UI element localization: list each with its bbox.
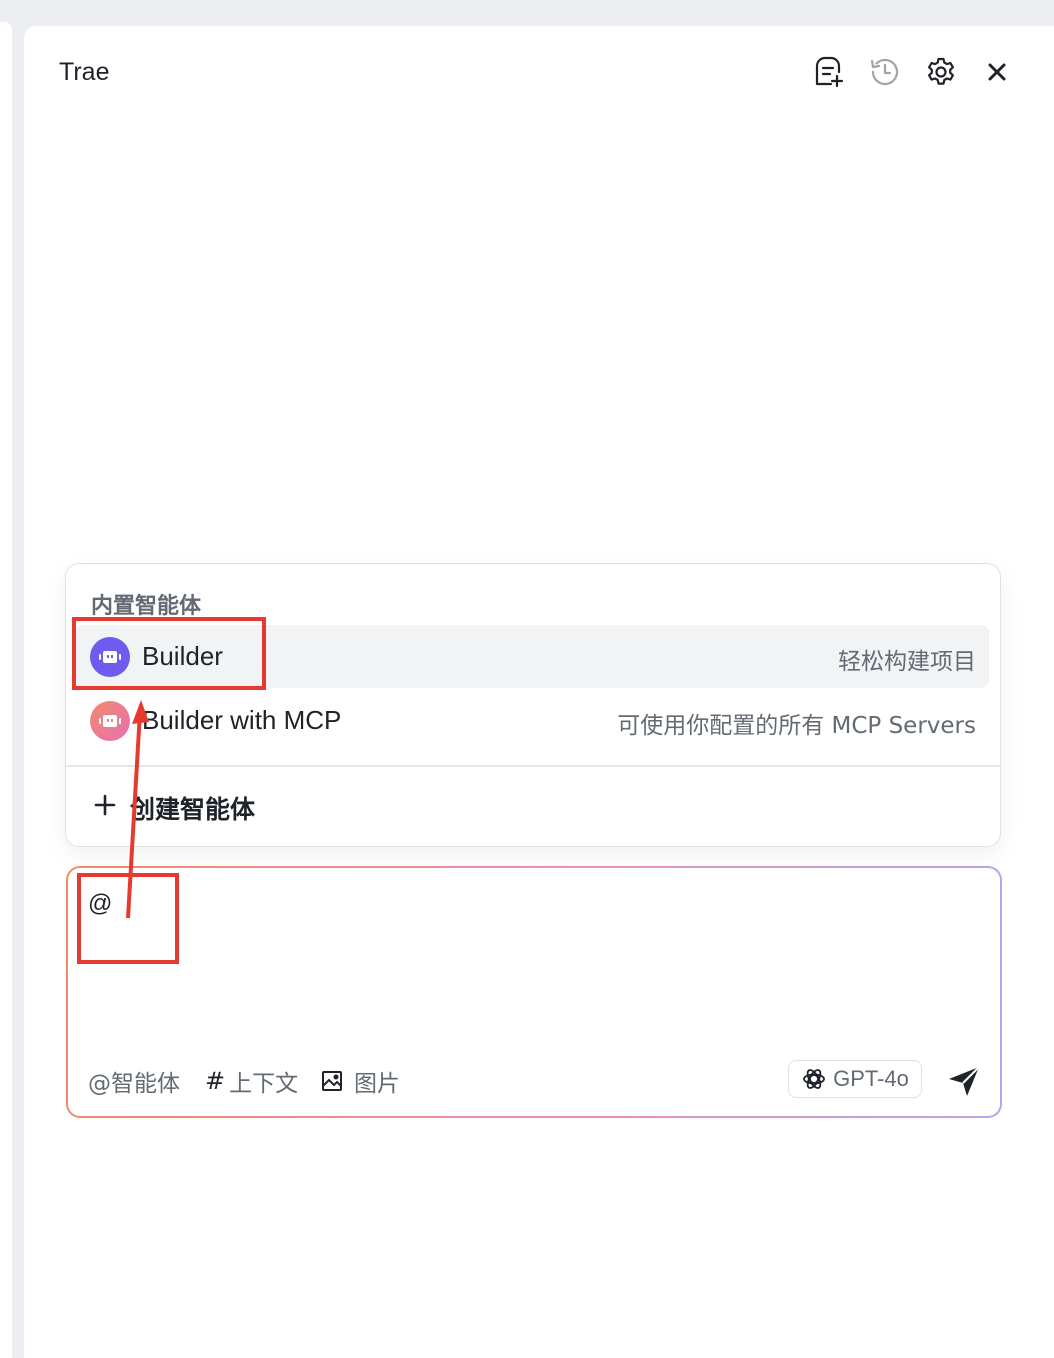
divider bbox=[66, 765, 1000, 767]
agent-description: 轻松构建项目 bbox=[838, 649, 976, 675]
agent-option-builder-with-mcp[interactable]: Builder with MCP 可使用你配置的所有 MCP Servers bbox=[75, 689, 989, 752]
image-icon bbox=[320, 1069, 344, 1093]
send-icon bbox=[949, 1066, 980, 1096]
model-selector[interactable]: GPT-4o bbox=[788, 1060, 922, 1098]
robot-icon bbox=[90, 637, 130, 677]
hash-icon: # bbox=[205, 1067, 226, 1095]
agent-name: Builder with MCP bbox=[142, 705, 342, 735]
left-panel-edge bbox=[0, 22, 12, 1358]
chat-panel: Trae 内置智能体 Builder 轻松构建项目 Builder with M… bbox=[24, 26, 1054, 1358]
gear-icon[interactable] bbox=[923, 54, 959, 90]
mention-agent-label: @智能体 bbox=[88, 1071, 180, 1097]
history-icon[interactable] bbox=[867, 54, 903, 90]
agent-description: 可使用你配置的所有 MCP Servers bbox=[617, 713, 976, 739]
model-name: GPT-4o bbox=[833, 1066, 909, 1091]
add-context-label: 上下文 bbox=[229, 1071, 299, 1097]
section-title-builtin-agents: 内置智能体 bbox=[91, 594, 202, 619]
robot-icon bbox=[90, 701, 130, 741]
send-button[interactable] bbox=[944, 1061, 984, 1101]
agent-mention-popup: 内置智能体 Builder 轻松构建项目 Builder with MCP 可使… bbox=[65, 563, 1001, 847]
add-context-button[interactable]: # 上下文 bbox=[205, 1064, 298, 1098]
openai-icon bbox=[801, 1066, 827, 1092]
close-icon[interactable] bbox=[979, 54, 1015, 90]
app-title: Trae bbox=[59, 58, 110, 86]
create-agent-label: 创建智能体 bbox=[130, 795, 256, 824]
agent-name: Builder bbox=[142, 641, 223, 671]
add-image-label: 图片 bbox=[354, 1071, 400, 1097]
agent-option-builder[interactable]: Builder 轻松构建项目 bbox=[75, 625, 989, 688]
chat-input-container: @ @智能体 # 上下文 图片 GPT-4o bbox=[66, 866, 1002, 1118]
new-chat-icon[interactable] bbox=[811, 54, 847, 90]
plus-icon bbox=[92, 792, 118, 823]
chat-input[interactable]: @ bbox=[88, 890, 112, 918]
mention-agent-button[interactable]: @智能体 bbox=[88, 1064, 180, 1098]
add-image-button[interactable]: 图片 bbox=[320, 1064, 400, 1098]
create-agent-button[interactable]: 创建智能体 bbox=[90, 786, 490, 830]
